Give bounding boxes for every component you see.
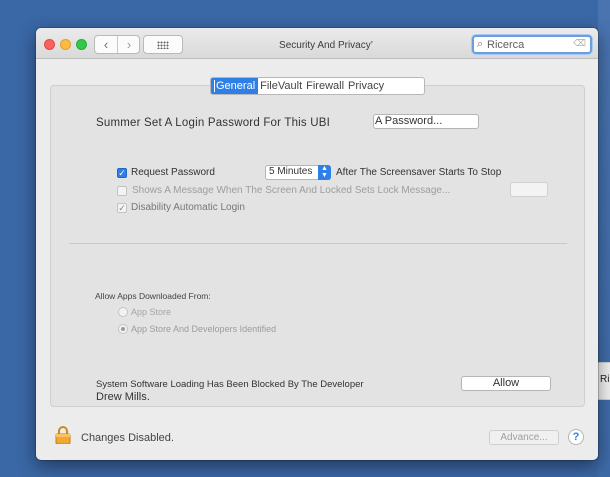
zoom-button[interactable] [76, 39, 87, 50]
blocked-software-message: System Software Loading Has Been Blocked… [96, 379, 364, 390]
tab-privacy[interactable]: Privacy [346, 78, 386, 94]
section-divider [69, 243, 567, 244]
developer-name: Drew Mills. [96, 391, 150, 403]
require-password-popup[interactable]: 5 Minutes ▲ ▼ [265, 165, 331, 180]
radio-identified-developers[interactable] [118, 324, 128, 334]
advanced-button[interactable]: Advance... [489, 430, 559, 445]
forward-button[interactable]: › [118, 36, 140, 53]
allow-button[interactable]: Allow [461, 376, 551, 391]
disable-autologin-label: Disability Automatic Login [131, 202, 245, 213]
security-privacy-window: ‹ › Security And Privacy’ ⌕ ⌫ General Fi… [36, 28, 598, 460]
title-bar: ‹ › Security And Privacy’ ⌕ ⌫ [36, 28, 598, 59]
help-button[interactable]: ? [568, 429, 584, 445]
require-password-checkbox[interactable]: ✓ [117, 168, 127, 178]
lock-status-label: Changes Disabled. [81, 432, 174, 444]
general-panel: Summer Set A Login Password For This UBI… [50, 85, 585, 407]
desktop-background [598, 0, 610, 477]
close-button[interactable] [44, 39, 55, 50]
tab-bar: General FileVault Firewall Privacy [210, 77, 425, 95]
lock-icon[interactable] [55, 426, 71, 445]
set-lock-message-button[interactable] [510, 182, 548, 197]
login-password-label: Summer Set A Login Password For This UBI [96, 117, 331, 129]
clear-icon[interactable]: ⌫ [573, 38, 586, 49]
show-all-button[interactable] [143, 35, 183, 54]
disable-autologin-checkbox[interactable]: ✓ [117, 203, 127, 213]
search-icon: ⌕ [477, 38, 484, 50]
allow-apps-title: Allow Apps Downloaded From: [95, 291, 211, 301]
chevron-updown-icon: ▲ ▼ [318, 165, 331, 180]
back-button[interactable]: ‹ [95, 36, 118, 53]
show-message-label: Shows A Message When The Screen And Lock… [132, 185, 451, 196]
popup-value: 5 Minutes [269, 166, 313, 177]
radio-app-store[interactable] [118, 307, 128, 317]
radio-app-store-label: App Store [131, 307, 172, 317]
background-window-text: Ri [600, 374, 610, 385]
tab-filevault[interactable]: FileVault [258, 78, 304, 94]
change-password-button[interactable]: A Password... [373, 114, 479, 129]
chevron-right-icon: › [126, 37, 132, 52]
screensaver-label: After The Screensaver Starts To Stop [336, 167, 502, 178]
tab-general[interactable]: General [211, 78, 259, 94]
require-password-label: Request Password [131, 167, 215, 178]
search-field[interactable]: ⌕ ⌫ [472, 35, 592, 54]
grid-icon [157, 41, 169, 49]
search-input[interactable] [487, 37, 577, 52]
radio-identified-developers-label: App Store And Developers Identified [131, 324, 277, 334]
minimize-button[interactable] [60, 39, 71, 50]
tab-firewall[interactable]: Firewall [304, 78, 346, 94]
show-message-checkbox[interactable] [117, 186, 127, 196]
window-title: Security And Privacy’ [279, 40, 373, 51]
navigation-buttons: ‹ › [94, 35, 140, 54]
chevron-left-icon: ‹ [103, 37, 109, 52]
text-cursor [214, 80, 215, 93]
